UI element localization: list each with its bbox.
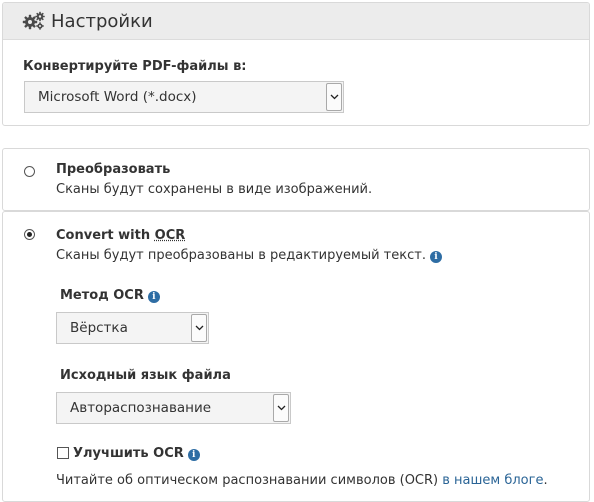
format-select[interactable]: Microsoft Word (*.docx) [24, 81, 344, 113]
gears-icon [22, 11, 45, 30]
info-icon[interactable]: i [429, 251, 442, 263]
ocr-read-more-end: . [543, 473, 548, 488]
ocr-abbreviation: OCR [154, 228, 186, 243]
info-icon[interactable]: i [147, 291, 160, 303]
source-language-select[interactable]: Автораспознавание [56, 392, 291, 424]
settings-title: Настройки [51, 10, 153, 32]
ocr-method-label-text: Метод OCR [60, 288, 144, 303]
source-language-label: Исходный язык файла [60, 368, 231, 383]
chevron-down-icon[interactable] [191, 314, 207, 342]
info-icon[interactable]: i [187, 449, 200, 461]
option-convert[interactable]: Преобразовать Сканы будут сохранены в ви… [2, 148, 590, 211]
radio-convert[interactable] [24, 166, 35, 177]
option-ocr-title-prefix: Convert with [56, 228, 155, 243]
option-convert-ocr[interactable]: Convert with OCR Сканы будут преобразова… [2, 211, 590, 502]
option-ocr-title: Convert with OCR [56, 228, 185, 243]
settings-panel: Настройки Конвертируйте PDF-файлы в: Mic… [2, 2, 590, 126]
convert-format-label: Конвертируйте PDF-файлы в: [23, 59, 247, 74]
option-convert-description: Сканы будут сохранены в виде изображений… [56, 182, 373, 197]
chevron-down-icon[interactable] [273, 394, 289, 422]
settings-heading: Настройки [3, 3, 589, 40]
ocr-method-label: Метод OCR i [60, 288, 160, 303]
improve-ocr-checkbox[interactable] [57, 447, 69, 459]
option-ocr-description: Сканы будут преобразованы в редактируемы… [56, 248, 442, 263]
format-select-value: Microsoft Word (*.docx) [38, 89, 197, 105]
improve-ocr-label-text: Улучшить OCR [73, 446, 184, 461]
source-language-select-value: Автораспознавание [70, 400, 212, 416]
option-ocr-description-text: Сканы будут преобразованы в редактируемы… [56, 248, 426, 263]
ocr-read-more: Читайте об оптическом распознавании симв… [56, 473, 548, 488]
ocr-read-more-text: Читайте об оптическом распознавании симв… [56, 473, 443, 488]
option-convert-title: Преобразовать [56, 162, 171, 177]
ocr-method-select-value: Вёрстка [70, 320, 128, 336]
chevron-down-icon[interactable] [326, 83, 342, 111]
blog-link[interactable]: в нашем блоге [442, 473, 543, 488]
improve-ocr-label[interactable]: Улучшить OCR i [73, 446, 200, 461]
ocr-method-select[interactable]: Вёрстка [56, 312, 209, 344]
radio-convert-ocr[interactable] [24, 229, 35, 240]
